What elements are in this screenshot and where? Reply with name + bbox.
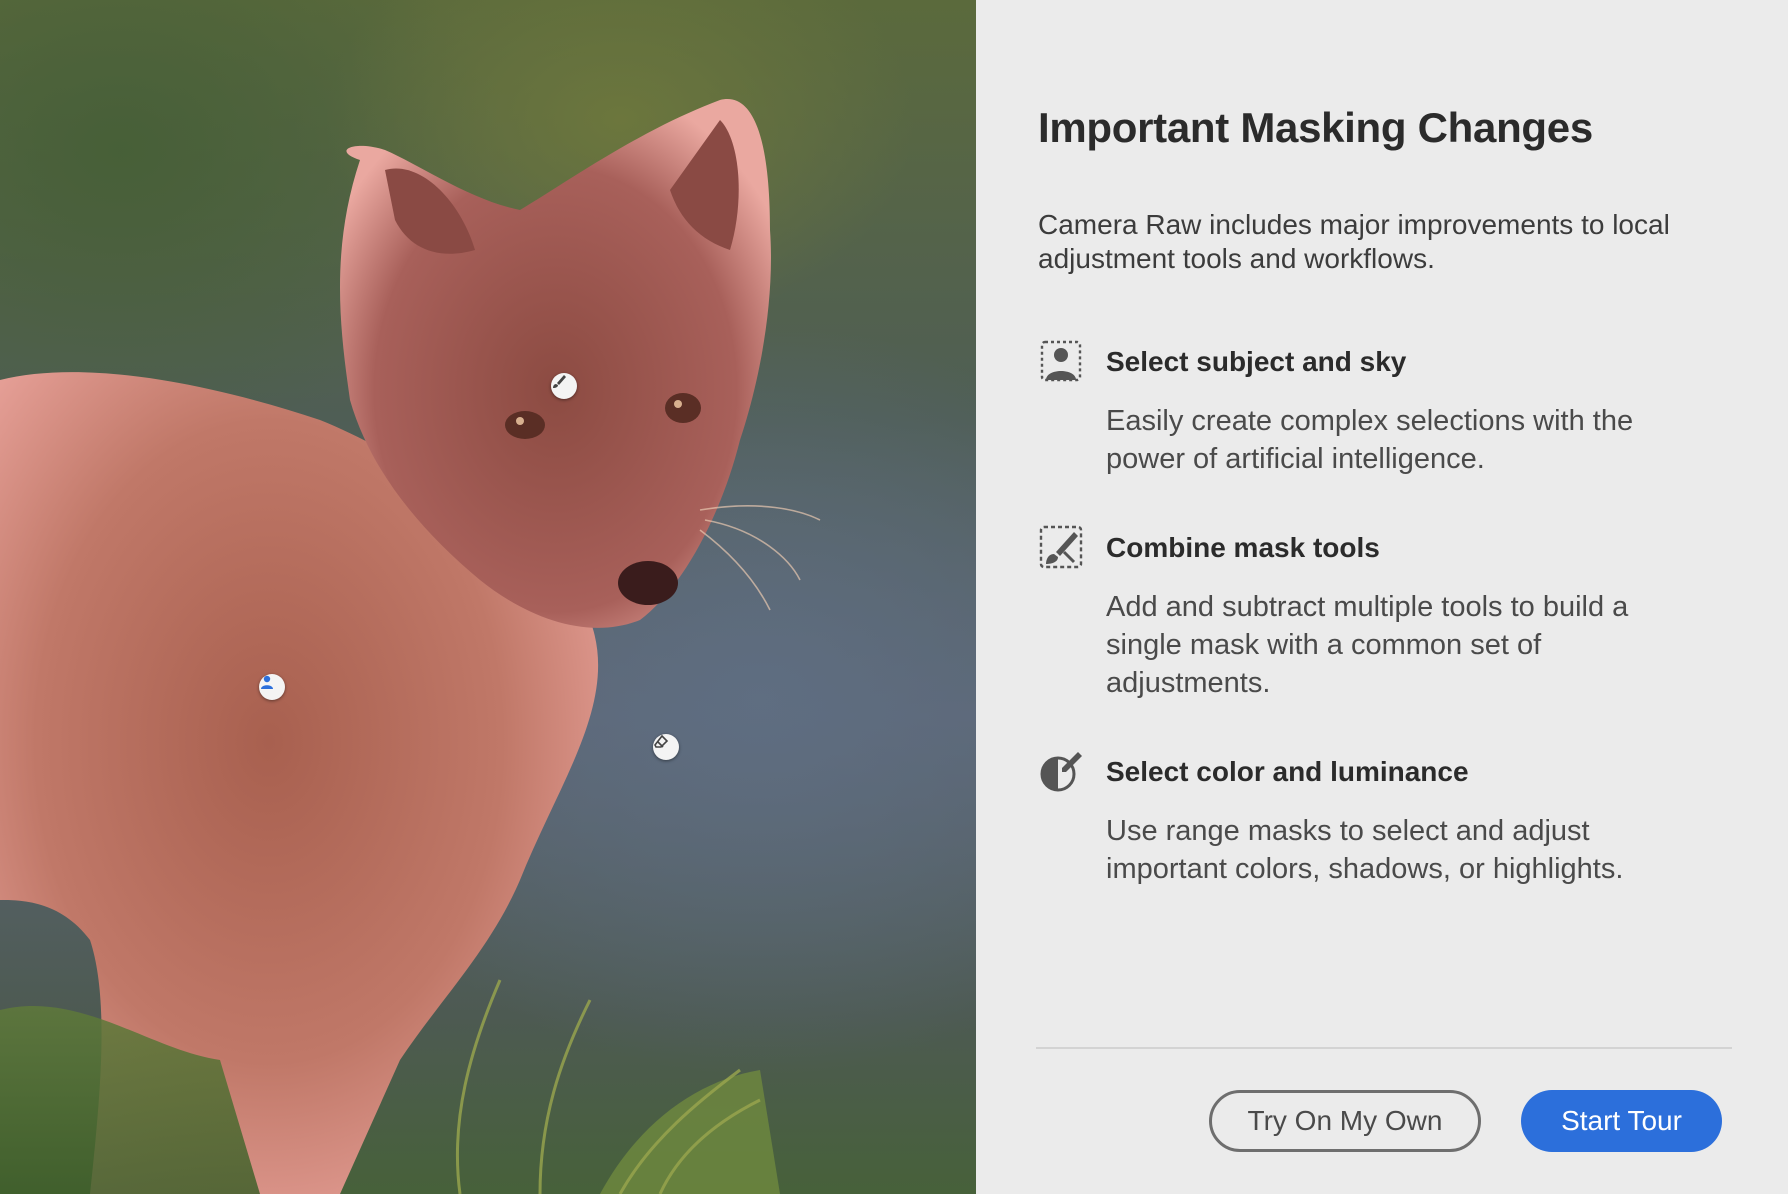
feature-heading: Select subject and sky [1106,346,1407,377]
dialog-title: Important Masking Changes [1038,104,1593,151]
start-tour-button[interactable]: Start Tour [1521,1090,1722,1152]
feature-heading: Combine mask tools [1106,532,1380,563]
masked-photo [0,0,976,1194]
masking-changes-dialog: Important Masking Changes Camera Raw inc… [976,0,1788,1194]
feature-description: Use range masks to select and adjust imp… [1106,815,1624,885]
brush-pin-icon[interactable] [551,373,577,399]
color-range-icon [1038,748,1084,794]
subject-pin-icon[interactable] [259,674,285,700]
dialog-intro: Camera Raw includes major improvements t… [1038,209,1670,274]
try-on-my-own-button[interactable]: Try On My Own [1209,1090,1481,1152]
footer-divider [1036,1047,1732,1049]
select-subject-icon [1038,338,1084,384]
feature-heading: Select color and luminance [1106,756,1469,787]
combine-mask-tools-icon [1038,524,1084,570]
fox-illustration [0,99,821,1194]
feature-description: Add and subtract multiple tools to build… [1106,591,1629,699]
feature-description: Easily create complex selections with th… [1106,405,1634,475]
eraser-pin-icon[interactable] [653,734,679,760]
